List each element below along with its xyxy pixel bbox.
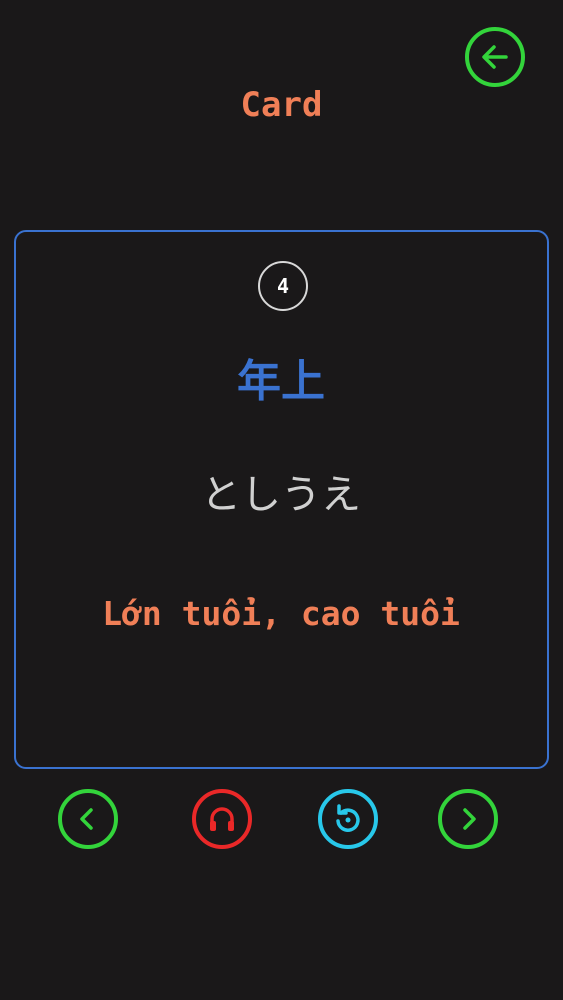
arrow-left-icon: [482, 45, 508, 69]
next-card-button[interactable]: [438, 789, 498, 849]
card-reading: としうえ: [201, 472, 361, 518]
chevron-right-icon: [463, 808, 476, 830]
rotate-icon: [336, 804, 360, 832]
card-meaning: Lớn tuổi, cao tuổi: [102, 594, 460, 633]
headphones-icon: [210, 807, 234, 831]
card-kanji: 年上: [237, 356, 325, 407]
play-audio-button[interactable]: [192, 789, 252, 849]
back-button[interactable]: [465, 27, 525, 87]
chevron-left-icon: [80, 808, 93, 830]
page-title: Card: [240, 85, 323, 125]
card-number-badge: 4: [258, 261, 308, 311]
flip-card-button[interactable]: [318, 789, 378, 849]
previous-card-button[interactable]: [58, 789, 118, 849]
flash-card[interactable]: 4 年上 としうえ Lớn tuổi, cao tuổi: [14, 230, 549, 769]
